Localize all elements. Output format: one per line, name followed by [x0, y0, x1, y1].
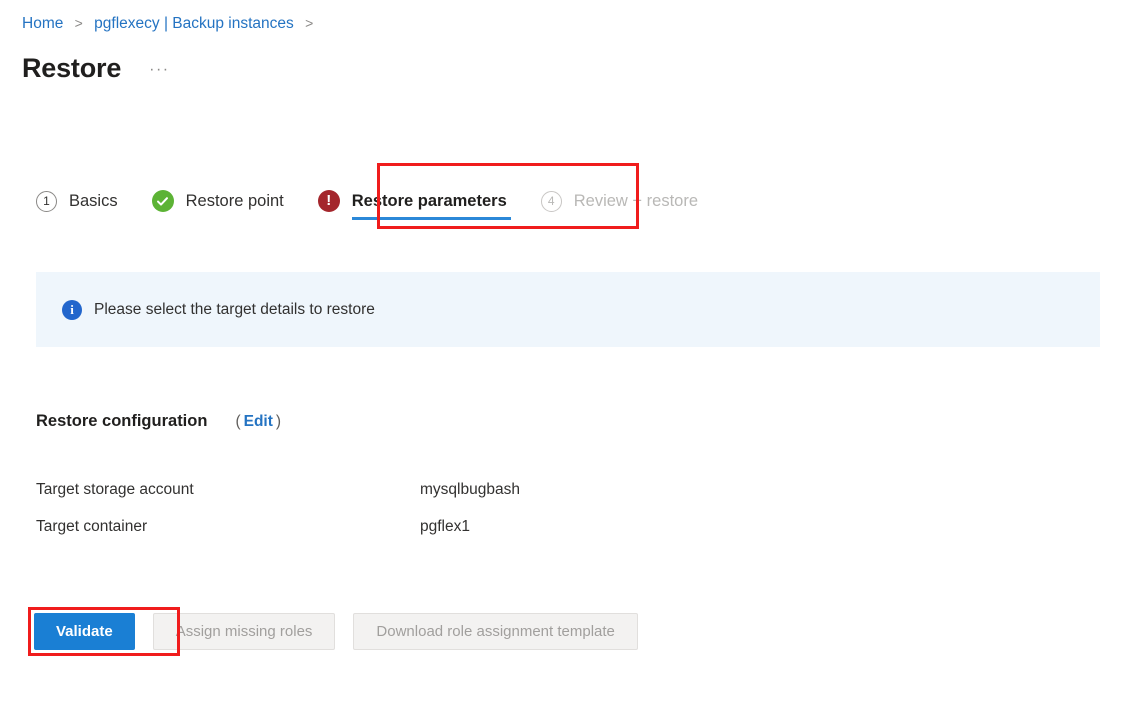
- info-banner-text: Please select the target details to rest…: [94, 300, 375, 318]
- action-button-row: Validate Assign missing roles Download r…: [34, 613, 638, 650]
- step-number-circle-1: 1: [36, 190, 57, 212]
- assign-missing-roles-button[interactable]: Assign missing roles: [152, 613, 336, 650]
- wizard-step-label-restore-parameters: Restore parameters: [351, 191, 507, 210]
- table-row: Target container pgflex1: [36, 518, 520, 555]
- breadcrumb-separator-icon-2: >: [305, 15, 314, 31]
- info-banner: i Please select the target details to re…: [36, 272, 1100, 347]
- check-circle-icon: [151, 190, 174, 212]
- more-options-icon[interactable]: ···: [149, 56, 169, 84]
- edit-link[interactable]: Edit: [241, 413, 276, 430]
- error-circle-icon: !: [317, 190, 340, 212]
- section-title: Restore configuration: [36, 412, 208, 430]
- detail-key-target-storage-account: Target storage account: [36, 481, 194, 498]
- wizard-step-label-restore-point: Restore point: [185, 191, 284, 210]
- validate-button[interactable]: Validate: [34, 613, 135, 650]
- page-title-row: Restore ···: [22, 52, 170, 84]
- wizard-step-active-underline: [351, 217, 511, 220]
- step-number-circle-4: 4: [540, 190, 562, 212]
- breadcrumb: Home > pgflexecy | Backup instances >: [22, 13, 320, 34]
- table-row: Target storage account mysqlbugbash: [36, 481, 520, 518]
- restore-configuration-header: Restore configuration (Edit): [36, 412, 281, 431]
- edit-paren-close: ): [275, 413, 282, 430]
- info-circle-icon: i: [62, 299, 82, 320]
- breadcrumb-separator-icon: >: [74, 15, 83, 31]
- wizard-step-label-basics: Basics: [69, 191, 118, 210]
- detail-key-target-container: Target container: [36, 518, 148, 535]
- wizard-step-basics[interactable]: 1 Basics: [36, 180, 118, 222]
- wizard-step-review-restore[interactable]: 4 Review + restore: [540, 180, 699, 222]
- edit-wrapper: (Edit): [235, 413, 281, 431]
- breadcrumb-item-home[interactable]: Home: [22, 15, 63, 32]
- detail-value-target-container: pgflex1: [420, 518, 470, 535]
- page-title: Restore: [22, 53, 122, 83]
- edit-paren-open: (: [235, 413, 241, 430]
- wizard-step-restore-point[interactable]: Restore point: [151, 180, 284, 222]
- exclamation-glyph: !: [326, 192, 332, 209]
- wizard-steps: 1 Basics Restore point ! Restore paramet…: [36, 180, 698, 222]
- restore-configuration-details: Target storage account mysqlbugbash Targ…: [36, 481, 520, 555]
- download-role-assignment-template-button[interactable]: Download role assignment template: [353, 613, 638, 650]
- breadcrumb-item-backup-instances[interactable]: pgflexecy | Backup instances: [94, 15, 294, 32]
- detail-value-target-storage-account: mysqlbugbash: [420, 481, 520, 498]
- wizard-step-restore-parameters[interactable]: ! Restore parameters: [317, 180, 511, 222]
- wizard-step-label-review-restore: Review + restore: [573, 191, 699, 210]
